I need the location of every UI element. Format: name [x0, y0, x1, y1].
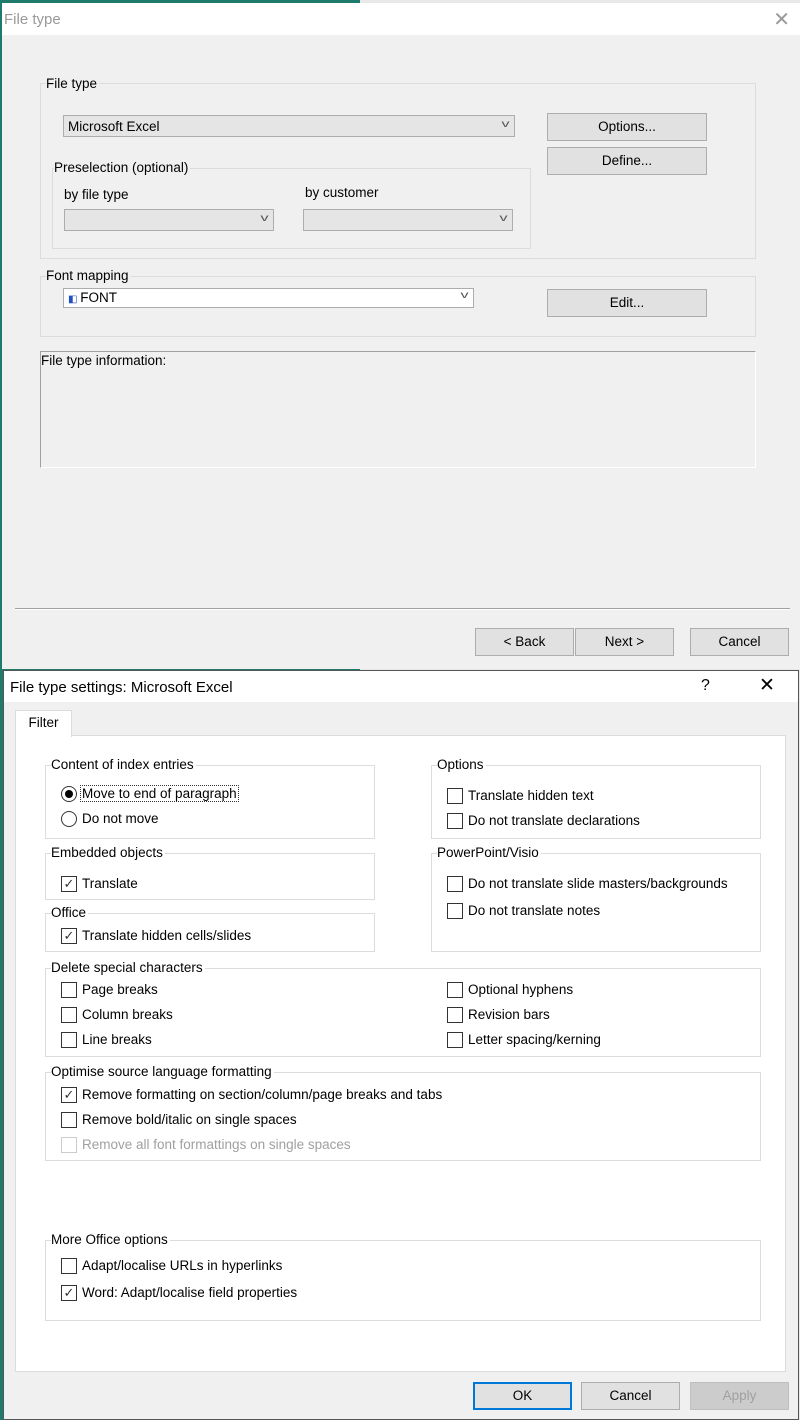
adapt-field-properties-label[interactable]: Word: Adapt/localise field properties: [82, 1285, 297, 1300]
title-bar: File type ✕: [2, 3, 800, 35]
radio-move-to-end-label[interactable]: Move to end of paragraph: [80, 785, 239, 802]
radio-do-not-move-label[interactable]: Do not move: [82, 811, 159, 826]
checkbox-line-breaks[interactable]: [61, 1032, 77, 1048]
column-breaks-label[interactable]: Column breaks: [82, 1007, 173, 1022]
file-type-group-label: File type: [46, 76, 100, 91]
by-customer-combo[interactable]: v: [303, 209, 513, 231]
powerpoint-visio-label: PowerPoint/Visio: [437, 845, 541, 860]
font-mapping-label: Font mapping: [46, 268, 131, 283]
office-label: Office: [51, 905, 89, 920]
cancel-button[interactable]: Cancel: [690, 628, 789, 656]
translate-hidden-cells-label[interactable]: Translate hidden cells/slides: [82, 928, 251, 943]
more-office-label: More Office options: [51, 1232, 170, 1247]
remove-formatting-breaks-label[interactable]: Remove formatting on section/column/page…: [82, 1087, 442, 1102]
dialog-title: File type settings: Microsoft Excel: [10, 679, 233, 696]
index-entries-group: [45, 765, 375, 839]
line-breaks-label[interactable]: Line breaks: [82, 1032, 152, 1047]
font-mapping-value: FONT: [80, 290, 117, 305]
checkbox-revision-bars[interactable]: [447, 1007, 463, 1023]
checkbox-letter-spacing[interactable]: [447, 1032, 463, 1048]
checkbox-translate-embedded[interactable]: ✓: [61, 876, 77, 892]
embedded-objects-label: Embedded objects: [51, 845, 165, 860]
options-label: Options: [437, 757, 486, 772]
font-mapping-combo[interactable]: ◧ FONT v: [63, 288, 474, 308]
remove-bold-italic-label[interactable]: Remove bold/italic on single spaces: [82, 1112, 297, 1127]
more-office-group: [45, 1240, 761, 1321]
ok-button[interactable]: OK: [473, 1382, 572, 1410]
checkbox-page-breaks[interactable]: [61, 982, 77, 998]
title-bar: File type settings: Microsoft Excel ? ✕: [4, 671, 798, 702]
remove-font-formatting-label: Remove all font formattings on single sp…: [82, 1137, 351, 1152]
optional-hyphens-label[interactable]: Optional hyphens: [468, 982, 573, 997]
translate-embedded-label[interactable]: Translate: [82, 876, 138, 891]
no-notes-label[interactable]: Do not translate notes: [468, 903, 600, 918]
define-button[interactable]: Define...: [547, 147, 707, 175]
close-icon[interactable]: ✕: [773, 7, 790, 32]
delete-special-label: Delete special characters: [51, 960, 205, 975]
translate-hidden-text-label[interactable]: Translate hidden text: [468, 788, 594, 803]
edit-button[interactable]: Edit...: [547, 289, 707, 317]
dialog-title: File type: [4, 11, 61, 28]
no-declarations-label[interactable]: Do not translate declarations: [468, 813, 640, 828]
help-button[interactable]: ?: [701, 677, 710, 695]
checkbox-translate-hidden-cells[interactable]: ✓: [61, 928, 77, 944]
no-slide-masters-label[interactable]: Do not translate slide masters/backgroun…: [468, 876, 728, 891]
chevron-down-icon: v: [499, 213, 508, 224]
by-customer-label: by customer: [305, 185, 379, 200]
tab-filter[interactable]: Filter: [15, 710, 72, 737]
close-icon[interactable]: ✕: [759, 674, 775, 697]
chevron-down-icon: v: [260, 213, 269, 224]
checkbox-optional-hyphens[interactable]: [447, 982, 463, 998]
radio-selected-dot: [65, 790, 73, 798]
checkbox-adapt-field-properties[interactable]: ✓: [61, 1285, 77, 1301]
radio-do-not-move[interactable]: [61, 811, 77, 827]
file-type-value: Microsoft Excel: [68, 119, 160, 134]
checkbox-remove-font-formatting: [61, 1137, 77, 1153]
chevron-down-icon: v: [460, 290, 469, 301]
by-file-type-label: by file type: [64, 187, 129, 202]
checkbox-column-breaks[interactable]: [61, 1007, 77, 1023]
next-button[interactable]: Next >: [575, 628, 674, 656]
file-type-info-box: [40, 351, 756, 468]
checkbox-remove-bold-italic[interactable]: [61, 1112, 77, 1128]
checkbox-no-slide-masters[interactable]: [447, 876, 463, 892]
back-button[interactable]: < Back: [475, 628, 574, 656]
by-file-type-combo[interactable]: v: [64, 209, 274, 231]
separator: [15, 608, 790, 610]
checkbox-no-declarations[interactable]: [447, 813, 463, 829]
cancel-button[interactable]: Cancel: [581, 1382, 680, 1410]
file-type-combo[interactable]: Microsoft Excel v: [63, 115, 515, 137]
apply-button: Apply: [690, 1382, 789, 1410]
checkbox-translate-hidden-text[interactable]: [447, 788, 463, 804]
checkbox-adapt-urls[interactable]: [61, 1258, 77, 1274]
checkbox-remove-formatting-breaks[interactable]: ✓: [61, 1087, 77, 1103]
font-file-icon: ◧: [68, 294, 81, 305]
optimise-label: Optimise source language formatting: [51, 1064, 274, 1079]
file-type-info-label: File type information:: [41, 353, 167, 368]
checkbox-no-notes[interactable]: [447, 903, 463, 919]
options-button[interactable]: Options...: [547, 113, 707, 141]
page-breaks-label[interactable]: Page breaks: [82, 982, 158, 997]
adapt-urls-label[interactable]: Adapt/localise URLs in hyperlinks: [82, 1258, 282, 1273]
radio-move-to-end[interactable]: [61, 786, 77, 802]
index-entries-label: Content of index entries: [51, 757, 196, 772]
revision-bars-label[interactable]: Revision bars: [468, 1007, 550, 1022]
letter-spacing-label[interactable]: Letter spacing/kerning: [468, 1032, 601, 1047]
chevron-down-icon: v: [501, 119, 510, 130]
preselection-label: Preselection (optional): [54, 160, 191, 175]
